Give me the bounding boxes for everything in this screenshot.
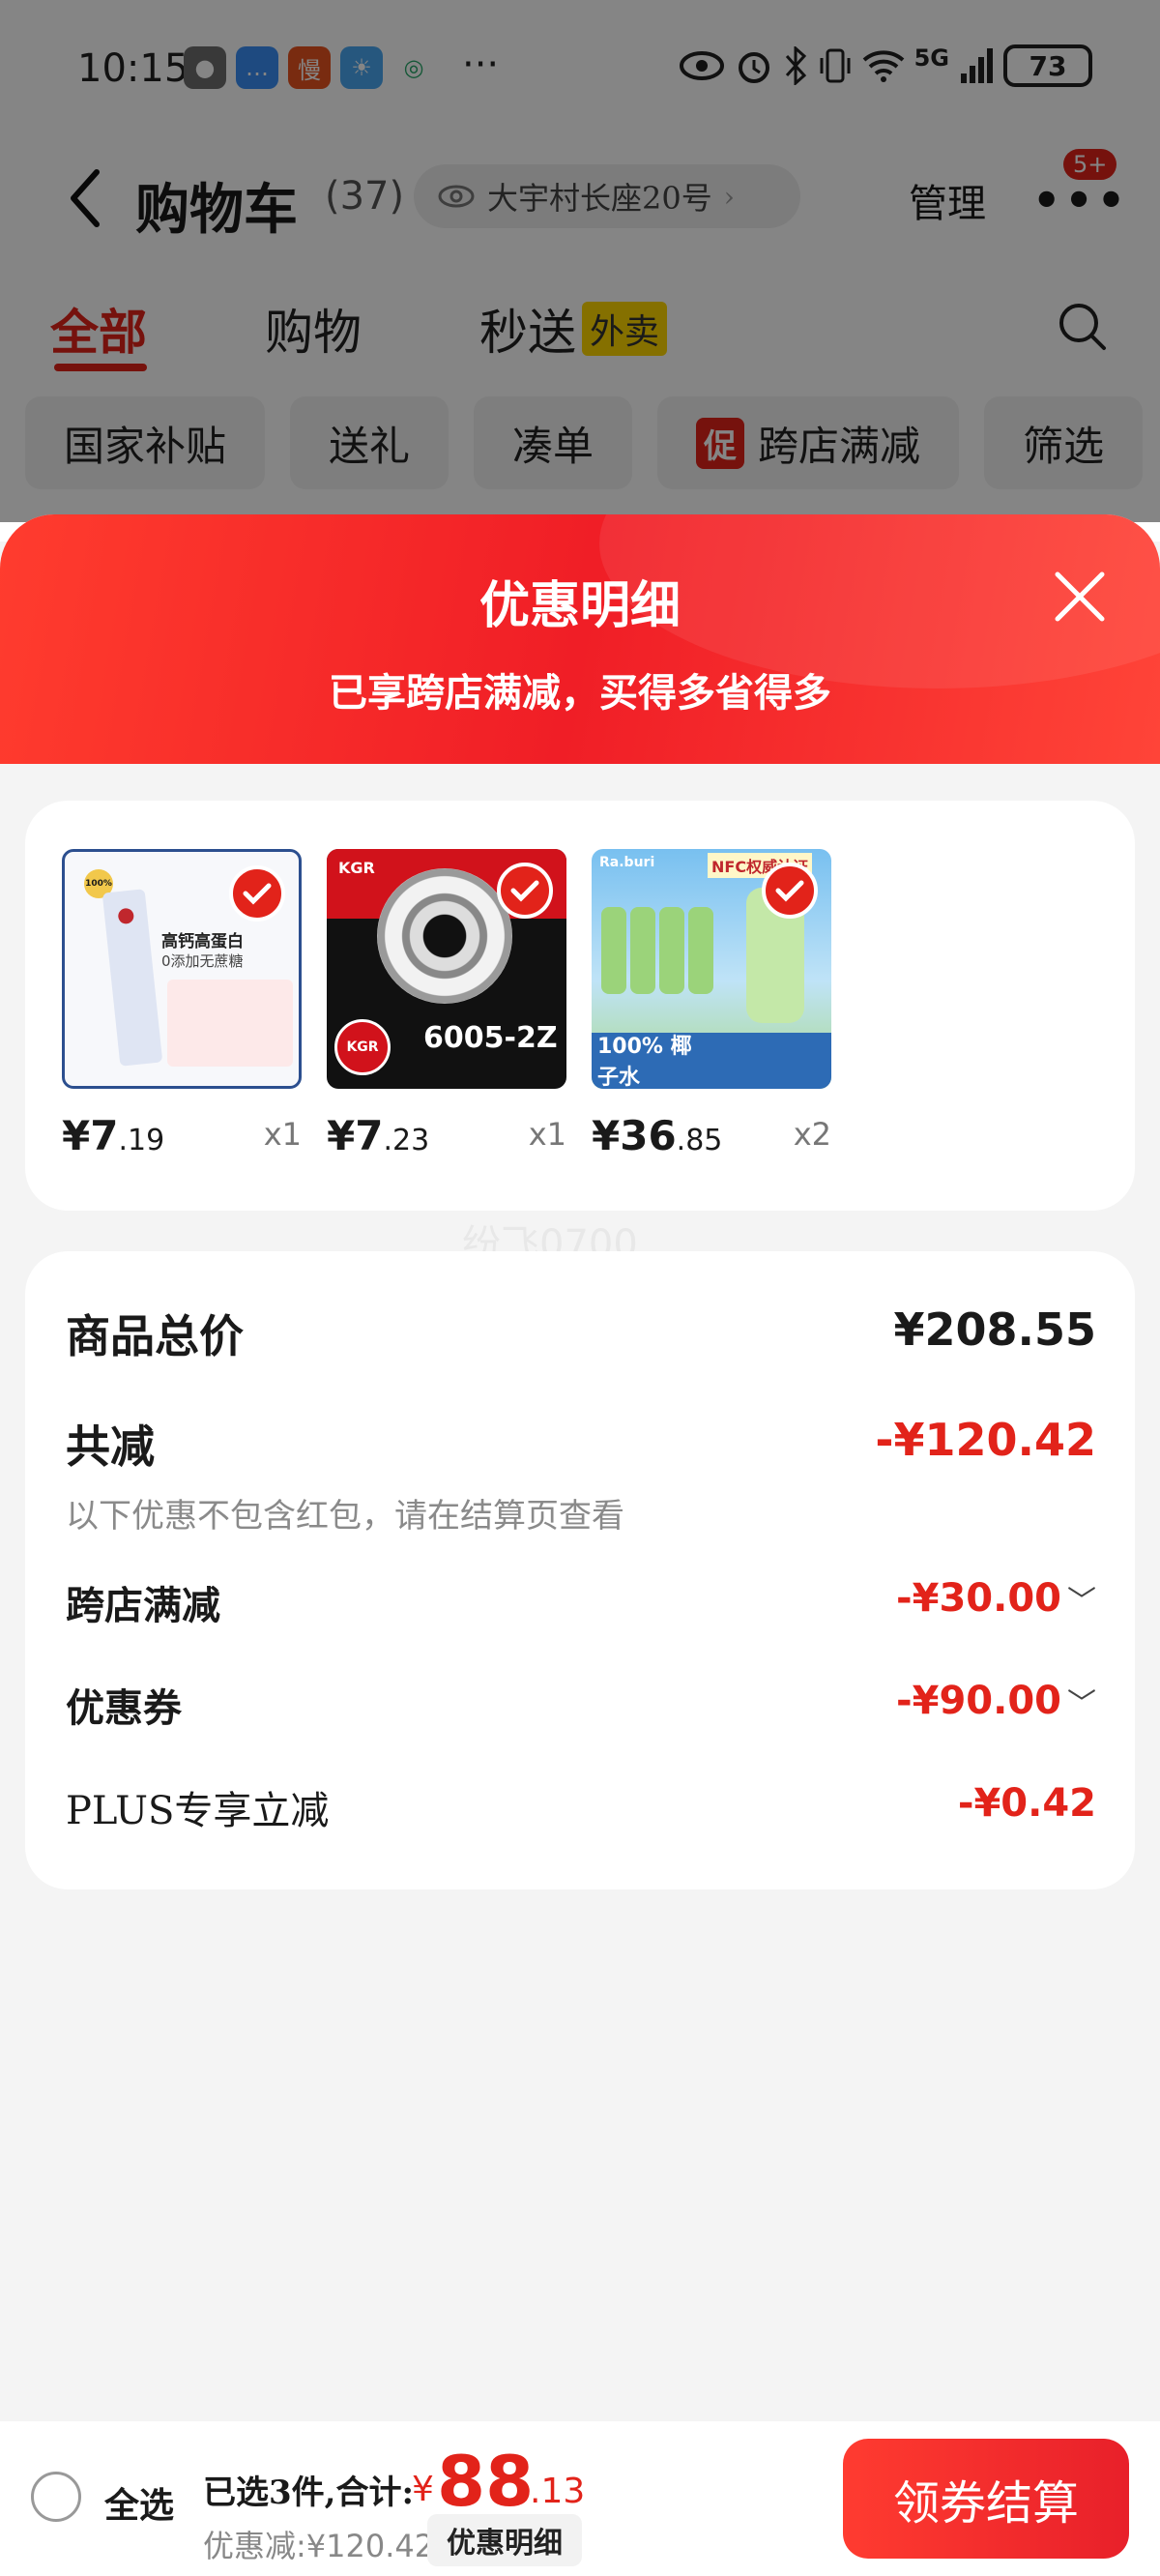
- product-image-text: 高钙高蛋白: [161, 932, 244, 951]
- coupon-row[interactable]: -¥90.00 ﹀: [896, 1679, 1096, 1723]
- select-all-label[interactable]: 全选: [104, 2477, 174, 2528]
- product-quantity: x1: [263, 1116, 302, 1153]
- price-decimal: .19: [118, 1124, 165, 1157]
- product-price: ¥36.85: [592, 1112, 722, 1159]
- sheet-title: 优惠明细: [478, 576, 681, 635]
- sheet-header: 优惠明细 已享跨店满减，买得多省得多: [0, 514, 1160, 764]
- bearing-shape: [377, 868, 512, 1004]
- selected-check-icon: [229, 865, 285, 922]
- cross-store-discount-row[interactable]: -¥30.00 ﹀: [896, 1576, 1096, 1621]
- price-integer: ¥7: [327, 1112, 384, 1159]
- product-image: KGR KGR 6005-2Z: [327, 849, 566, 1089]
- price-summary-card: 商品总价 ¥208.55 共减 -¥120.42 以下优惠不包含红包，请在结算页…: [25, 1251, 1135, 1889]
- cart-page-background: 10:15 ● … 慢 ☀ ◎ ··· 5G 73 购物车 (37) 大宇村长座…: [0, 0, 1160, 542]
- price-integer: ¥7: [62, 1112, 119, 1159]
- close-icon[interactable]: [1050, 567, 1110, 627]
- plus-discount-value: -¥0.42: [957, 1781, 1096, 1826]
- total-reduction-label: 共减: [66, 1420, 155, 1473]
- brand-logo: Ra.buri: [599, 855, 655, 870]
- selected-summary: 已选3件,合计:: [203, 2474, 415, 2512]
- total-reduction-value: -¥120.42: [875, 1414, 1096, 1466]
- product-image-subtext: 100% 椰子水: [597, 1035, 692, 1089]
- selected-check-icon: [497, 863, 553, 919]
- product-item[interactable]: KGR KGR 6005-2Z ¥7.23 x1: [327, 849, 566, 1159]
- checkout-button[interactable]: 领券结算: [843, 2439, 1129, 2559]
- select-all-checkbox[interactable]: [31, 2472, 81, 2522]
- coupon-label: 优惠券: [66, 1685, 182, 1731]
- product-quantity: x1: [528, 1116, 566, 1153]
- price-decimal: .85: [676, 1124, 723, 1157]
- coupon-value: -¥90.00: [896, 1679, 1061, 1723]
- checkout-bar: 全选 已选3件,合计: ¥ 88 .13 优惠减:¥120.42 优惠明细 领券…: [0, 2421, 1160, 2576]
- product-image: 100% 高钙高蛋白 0添加无蔗糖: [62, 849, 302, 1089]
- discount-details-button[interactable]: 优惠明细: [427, 2514, 582, 2566]
- bottle-shape: [688, 907, 713, 994]
- cross-store-discount-label: 跨店满减: [66, 1583, 220, 1628]
- discount-details-sheet: 优惠明细 已享跨店满减，买得多省得多 100% 高钙高蛋白 0添加无蔗糖 ¥7.…: [0, 514, 1160, 2576]
- modal-backdrop[interactable]: [0, 0, 1160, 522]
- product-quantity: x2: [793, 1116, 831, 1153]
- total-amount-decimal: .13: [530, 2472, 586, 2511]
- total-price-value: ¥208.55: [893, 1303, 1096, 1356]
- product-image-subtext: 0添加无蔗糖: [161, 952, 244, 970]
- product-image-text: KGR: [338, 859, 375, 877]
- product-model: 6005-2Z: [423, 1021, 558, 1055]
- product-item[interactable]: Ra.buri NFC权威认证 100% 椰子水 ¥36.85 x2: [592, 849, 831, 1159]
- price-integer: ¥36: [592, 1112, 677, 1159]
- price-decimal: .23: [383, 1124, 430, 1157]
- product-price: ¥7.19: [62, 1112, 164, 1159]
- cross-store-discount-value: -¥30.00: [896, 1576, 1061, 1621]
- selected-products-card: 100% 高钙高蛋白 0添加无蔗糖 ¥7.19 x1 KGR KGR 6005-…: [25, 801, 1135, 1211]
- chevron-down-icon: ﹀: [1067, 1687, 1096, 1721]
- product-item[interactable]: 100% 高钙高蛋白 0添加无蔗糖 ¥7.19 x1: [62, 849, 302, 1159]
- brand-badge: KGR: [334, 1019, 391, 1075]
- sheet-subtitle: 已享跨店满减，买得多省得多: [329, 670, 831, 716]
- total-price-label: 商品总价: [66, 1310, 244, 1362]
- product-image-panel: [167, 980, 293, 1067]
- discount-amount: 优惠减:¥120.42: [203, 2528, 435, 2564]
- product-package-shape: [102, 889, 163, 1067]
- selected-check-icon: [762, 863, 818, 919]
- total-amount-integer: 88: [437, 2441, 535, 2522]
- bottle-shape: [601, 907, 626, 994]
- discount-note: 以下优惠不包含红包，请在结算页查看: [66, 1497, 624, 1536]
- product-image: Ra.buri NFC权威认证 100% 椰子水: [592, 849, 831, 1089]
- bottle-shape: [630, 907, 655, 994]
- total-currency: ¥: [412, 2470, 434, 2509]
- product-price: ¥7.23: [327, 1112, 429, 1159]
- bottle-shape: [659, 907, 684, 994]
- chevron-down-icon: ﹀: [1067, 1585, 1096, 1619]
- plus-discount-label: PLUS专享立减: [66, 1789, 330, 1833]
